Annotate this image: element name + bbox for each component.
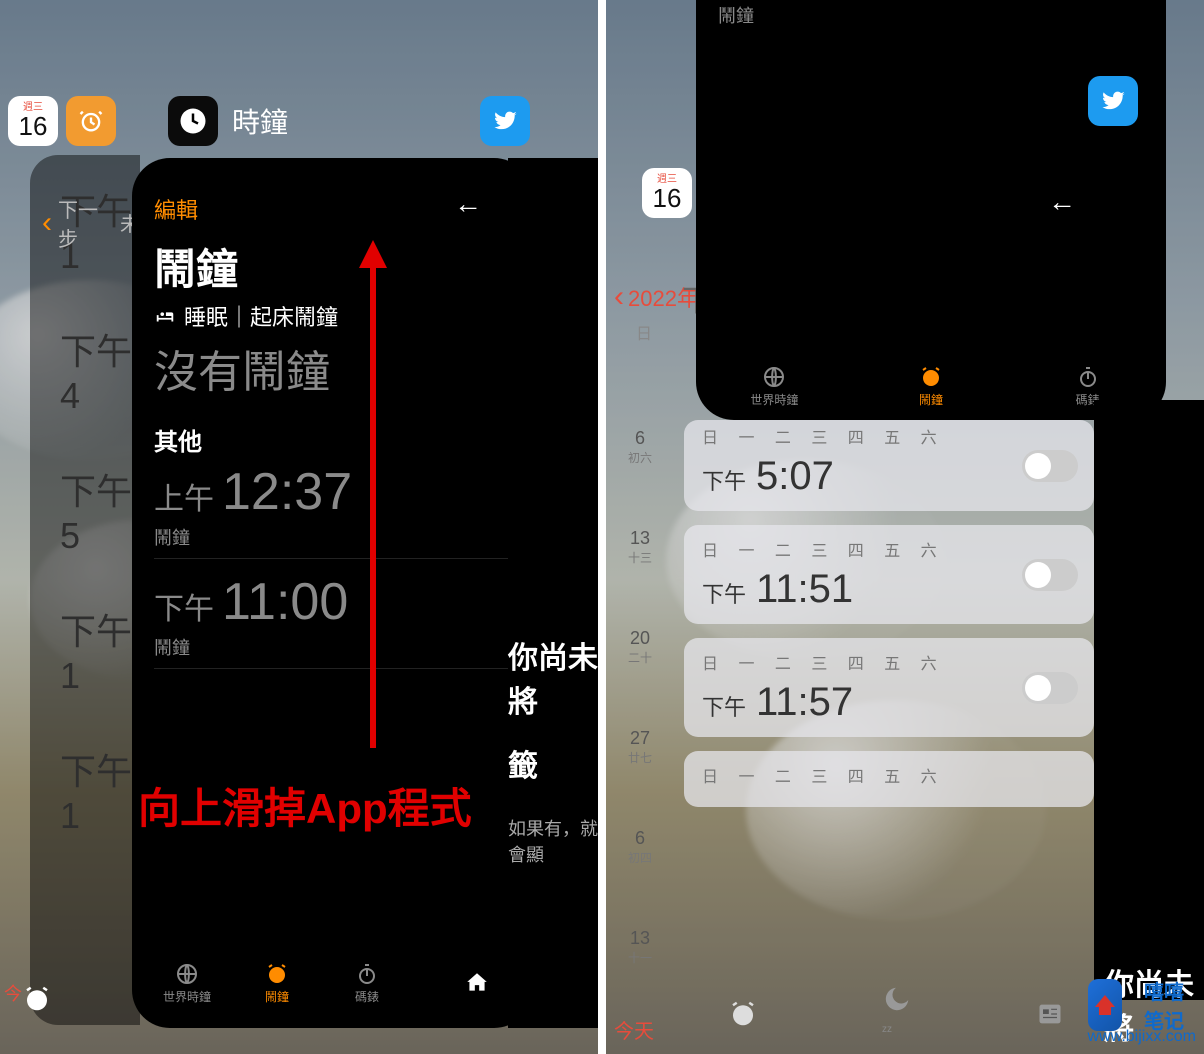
calendar-app-icon[interactable]: 週三 16 — [642, 168, 692, 218]
today-label[interactable]: 今 — [4, 980, 22, 1006]
tab-alarm[interactable]: 鬧鐘 — [901, 365, 961, 408]
alarm-label: 鬧鐘 — [718, 2, 754, 28]
watermark-logo-icon — [1088, 979, 1123, 1031]
watermark: 嘻嘻笔记 www.bijixx.com — [1088, 1026, 1196, 1046]
alarm-toggle[interactable] — [1022, 672, 1078, 704]
sleep-tab-icon[interactable]: zz — [882, 984, 912, 1045]
today-button[interactable]: 今天 — [614, 1015, 654, 1044]
other-section-label: 其他 — [154, 422, 202, 457]
app-switcher-icons: 週三 16 — [8, 96, 116, 146]
bottom-tabs: zz — [666, 976, 1126, 1052]
weekday-header: 日 — [636, 320, 652, 344]
watermark-brand: 嘻嘻笔记 — [1130, 976, 1184, 1034]
page-title: 鬧鐘 — [154, 236, 238, 297]
calendar-date-column: 6初六 13十三 20二十 27廿七 6初四 13十一 — [610, 420, 670, 1020]
alarm-tab-icon[interactable] — [728, 999, 758, 1029]
back-arrow-icon[interactable]: ← — [1048, 186, 1076, 218]
tab-stopwatch[interactable]: 碼錶 — [337, 962, 397, 1005]
tab-alarm[interactable]: 鬧鐘 — [247, 962, 307, 1005]
back-arrow-icon[interactable]: ← — [454, 188, 482, 220]
clock-app-card-swiping[interactable]: 下午 11:00 鬧鐘 ← 世界時鐘 鬧鐘 碼錶 — [696, 0, 1166, 420]
alarm-card[interactable]: 日 一 二 三 四 五 六 下午11:51 — [684, 525, 1094, 624]
clock-tabs: 世界時鐘 鬧鐘 碼錶 — [132, 938, 532, 1028]
stopwatch-icon — [355, 962, 379, 986]
home-icon — [464, 970, 490, 996]
swipe-up-arrow-annotation — [370, 248, 376, 748]
right-card-peek[interactable]: 你尚未將 籤 如果有，就會顯 — [508, 158, 598, 1028]
alarm-clock-icon — [265, 962, 289, 986]
clock-app-icon — [168, 96, 218, 146]
alarm-toggle[interactable] — [1022, 450, 1078, 482]
twitter-app-icon[interactable] — [1088, 76, 1138, 126]
alarm-clock-icon — [919, 365, 943, 389]
calendar-app-icon[interactable]: 週三 16 — [8, 96, 58, 146]
tab-world-clock[interactable]: 世界時鐘 — [157, 962, 217, 1005]
tab-world-clock[interactable]: 世界時鐘 — [744, 365, 804, 408]
alarm-row[interactable]: 下午11:00 鬧鐘 — [154, 572, 510, 669]
alarm-card[interactable]: 日 一 二 三 四 五 六 下午11:57 — [684, 638, 1094, 737]
clock-app-name: 時鐘 — [232, 101, 288, 141]
calendar-date: 20二十 — [610, 620, 670, 720]
globe-icon — [175, 962, 199, 986]
annotation-text: 向上滑掉App程式 — [138, 775, 472, 836]
alarm-card[interactable]: 日 一 二 三 四 五 六 下午5:07 — [684, 420, 1094, 511]
alarm-app-icon[interactable] — [66, 96, 116, 146]
alarm-toggle[interactable] — [1022, 559, 1078, 591]
news-tab-icon[interactable] — [1036, 1000, 1064, 1028]
right-screenshot: 週三 16 ‹2022年 日 下 6初六 13十三 20二十 27廿七 6初四 … — [606, 0, 1204, 1054]
right-card-peek[interactable]: 你尚未將 籤 如果有，就會顯 — [1094, 400, 1204, 1000]
calendar-date: 13十一 — [610, 920, 670, 1020]
background-card-peek[interactable]: ‹下一步 未 — [30, 155, 140, 1025]
left-screenshot: 下午 1 下午 4 下午 5 下午 1 下午 1 週三 16 時鐘 ‹下一步 未 — [0, 0, 598, 1054]
twitter-app-icon[interactable] — [480, 96, 530, 146]
calendar-date: 27廿七 — [610, 720, 670, 820]
stopwatch-icon — [1076, 365, 1100, 389]
sleep-section-label: 睡眠｜起床鬧鐘 — [154, 300, 338, 332]
bg-alarm-tab-icon — [22, 984, 52, 1014]
alarm-card[interactable]: 日 一 二 三 四 五 六 — [684, 751, 1094, 807]
calendar-date: 13十三 — [610, 520, 670, 620]
clock-app-header[interactable]: 時鐘 — [168, 96, 288, 146]
alarm-list: 日 一 二 三 四 五 六 下午5:07 日 一 二 三 四 五 六 下午11:… — [684, 420, 1094, 821]
globe-icon — [762, 365, 786, 389]
clock-app-card[interactable]: 編輯 ← 鬧鐘 睡眠｜起床鬧鐘 沒有鬧鐘 其他 上午12:37 鬧鐘 下午11:… — [132, 158, 532, 1028]
alarm-row[interactable]: 上午12:37 鬧鐘 — [154, 462, 510, 559]
calendar-date: 6初四 — [610, 820, 670, 920]
no-alarm-text: 沒有鬧鐘 — [154, 336, 330, 400]
calendar-date: 6初六 — [610, 420, 670, 520]
bed-icon — [154, 305, 176, 327]
edit-button[interactable]: 編輯 — [154, 193, 198, 225]
tab-home[interactable] — [447, 970, 507, 996]
